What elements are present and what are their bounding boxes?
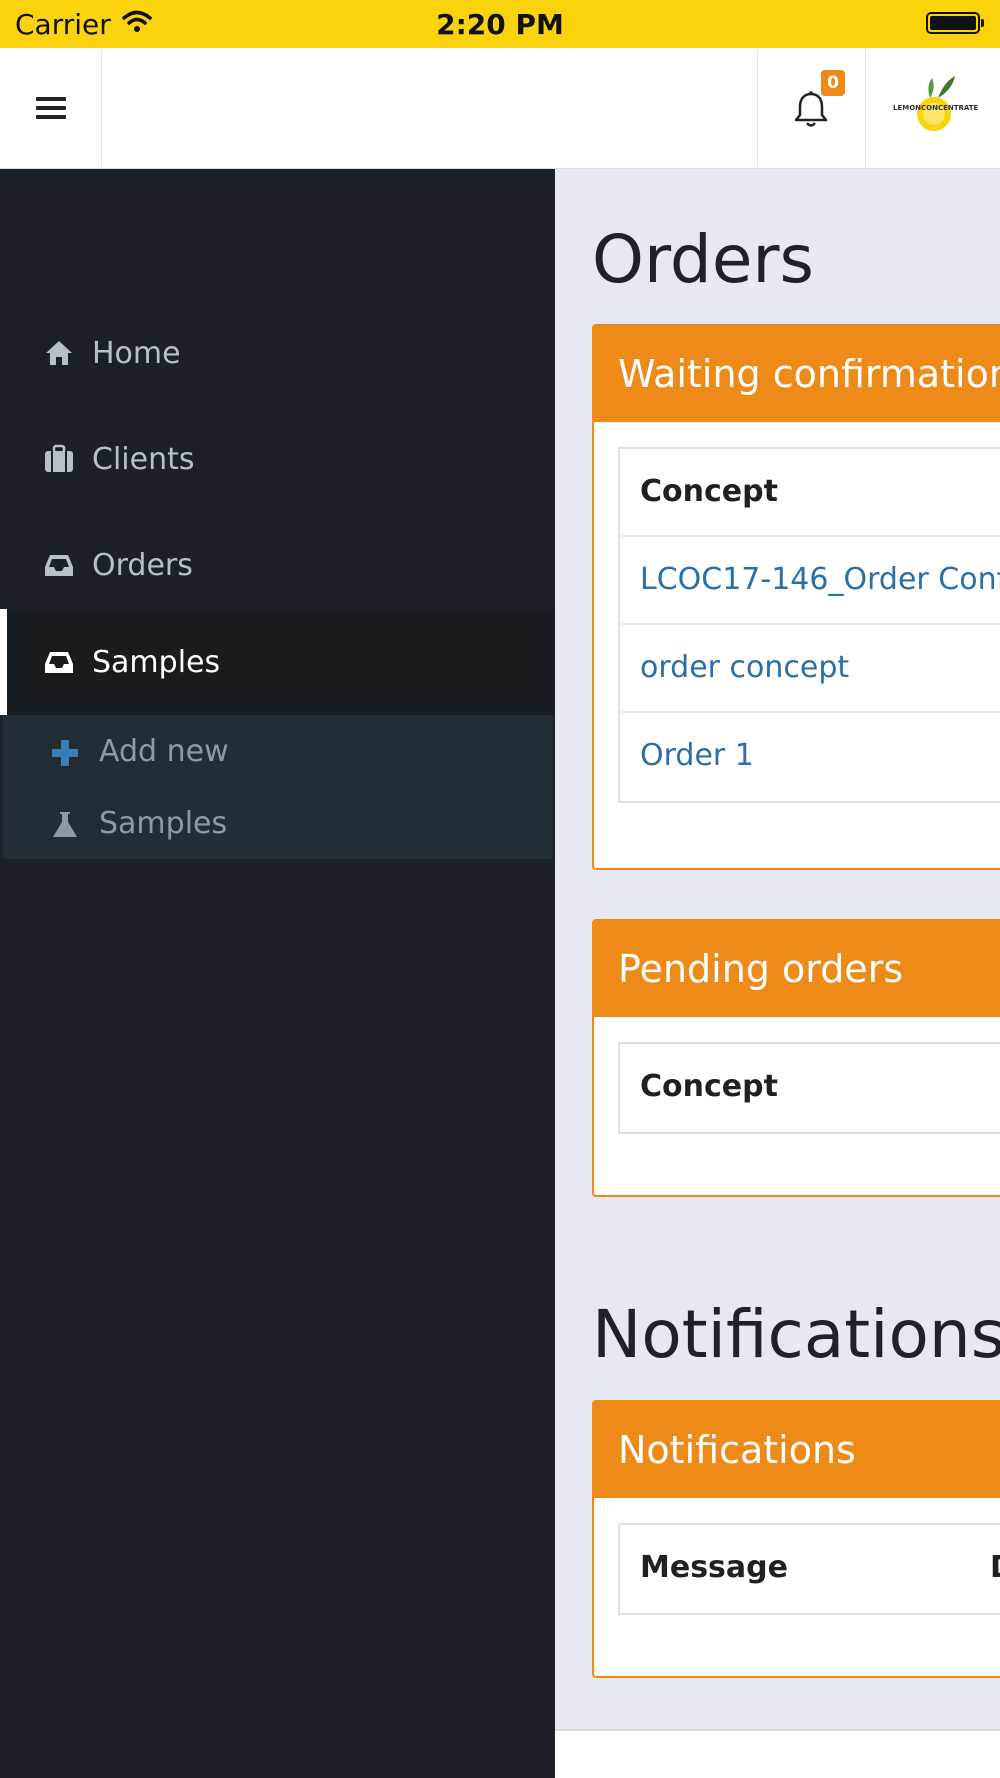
- plus-icon: [52, 740, 78, 766]
- sidebar: Home Clients Orders Samples Add new Samp…: [0, 169, 555, 1778]
- table-header-message: Message: [640, 1550, 788, 1585]
- sidebar-item-samples[interactable]: Samples: [0, 609, 555, 715]
- sidebar-item-label: Home: [92, 335, 181, 371]
- sidebar-item-label: Clients: [92, 441, 195, 477]
- brand-logo[interactable]: LEMONCONCENTRATE: [893, 72, 978, 142]
- menu-toggle-button[interactable]: [0, 48, 102, 168]
- table-header-concept: Concept: [620, 449, 1000, 537]
- waiting-confirmation-table: Concept LCOC17-146_Order Confirmation or…: [618, 447, 1000, 803]
- panel-title: Pending orders: [594, 921, 1000, 1017]
- submenu-item-samples[interactable]: Samples: [3, 790, 553, 860]
- logo-text: LEMONCONCENTRATE: [893, 104, 979, 112]
- sidebar-item-orders[interactable]: Orders: [0, 512, 555, 618]
- top-navbar: 0 LEMONCONCENTRATE: [0, 48, 1000, 169]
- table-header-row: Message D: [620, 1525, 1000, 1613]
- bell-icon: [794, 91, 828, 127]
- flask-icon: [53, 812, 77, 837]
- status-bar: Carrier 2:20 PM: [0, 0, 1000, 48]
- sidebar-item-label: Samples: [92, 644, 221, 680]
- main-content: Orders Waiting confirmation Concept LCOC…: [555, 169, 1000, 1729]
- inbox-icon: [45, 555, 73, 576]
- pending-orders-panel: Pending orders Concept: [592, 919, 1000, 1197]
- notification-count-badge: 0: [821, 70, 845, 96]
- table-header-concept: Concept: [640, 1069, 778, 1104]
- sidebar-item-clients[interactable]: Clients: [0, 406, 555, 512]
- hamburger-icon: [35, 92, 66, 124]
- pending-orders-table: Concept: [618, 1042, 1000, 1134]
- notifications-panel: Notifications Message D: [592, 1400, 1000, 1678]
- battery-icon: [926, 12, 984, 34]
- table-row[interactable]: Order 1: [620, 713, 1000, 801]
- submenu-item-label: Samples: [99, 806, 228, 841]
- notifications-table: Message D: [618, 1523, 1000, 1615]
- notifications-heading: Notifications: [592, 1296, 1000, 1373]
- sidebar-item-label: Orders: [92, 547, 193, 583]
- submenu-item-label: Add new: [99, 734, 229, 769]
- submenu-item-add-new[interactable]: Add new: [3, 718, 553, 788]
- footer-strip: [555, 1729, 1000, 1778]
- table-header-date: D: [990, 1525, 1000, 1611]
- panel-title: Waiting confirmation: [594, 326, 1000, 422]
- home-icon: [46, 341, 72, 365]
- panel-title: Notifications: [594, 1402, 1000, 1498]
- table-row[interactable]: order concept: [620, 625, 1000, 713]
- notifications-button[interactable]: 0: [757, 48, 866, 168]
- briefcase-icon: [45, 444, 73, 472]
- sidebar-item-home[interactable]: Home: [0, 300, 555, 406]
- page-title: Orders: [592, 221, 814, 298]
- inbox-icon: [45, 652, 73, 673]
- clock: 2:20 PM: [436, 8, 564, 41]
- waiting-confirmation-panel: Waiting confirmation Concept LCOC17-146_…: [592, 324, 1000, 870]
- table-row[interactable]: LCOC17-146_Order Confirmation: [620, 537, 1000, 625]
- samples-submenu: Add new Samples: [3, 715, 553, 859]
